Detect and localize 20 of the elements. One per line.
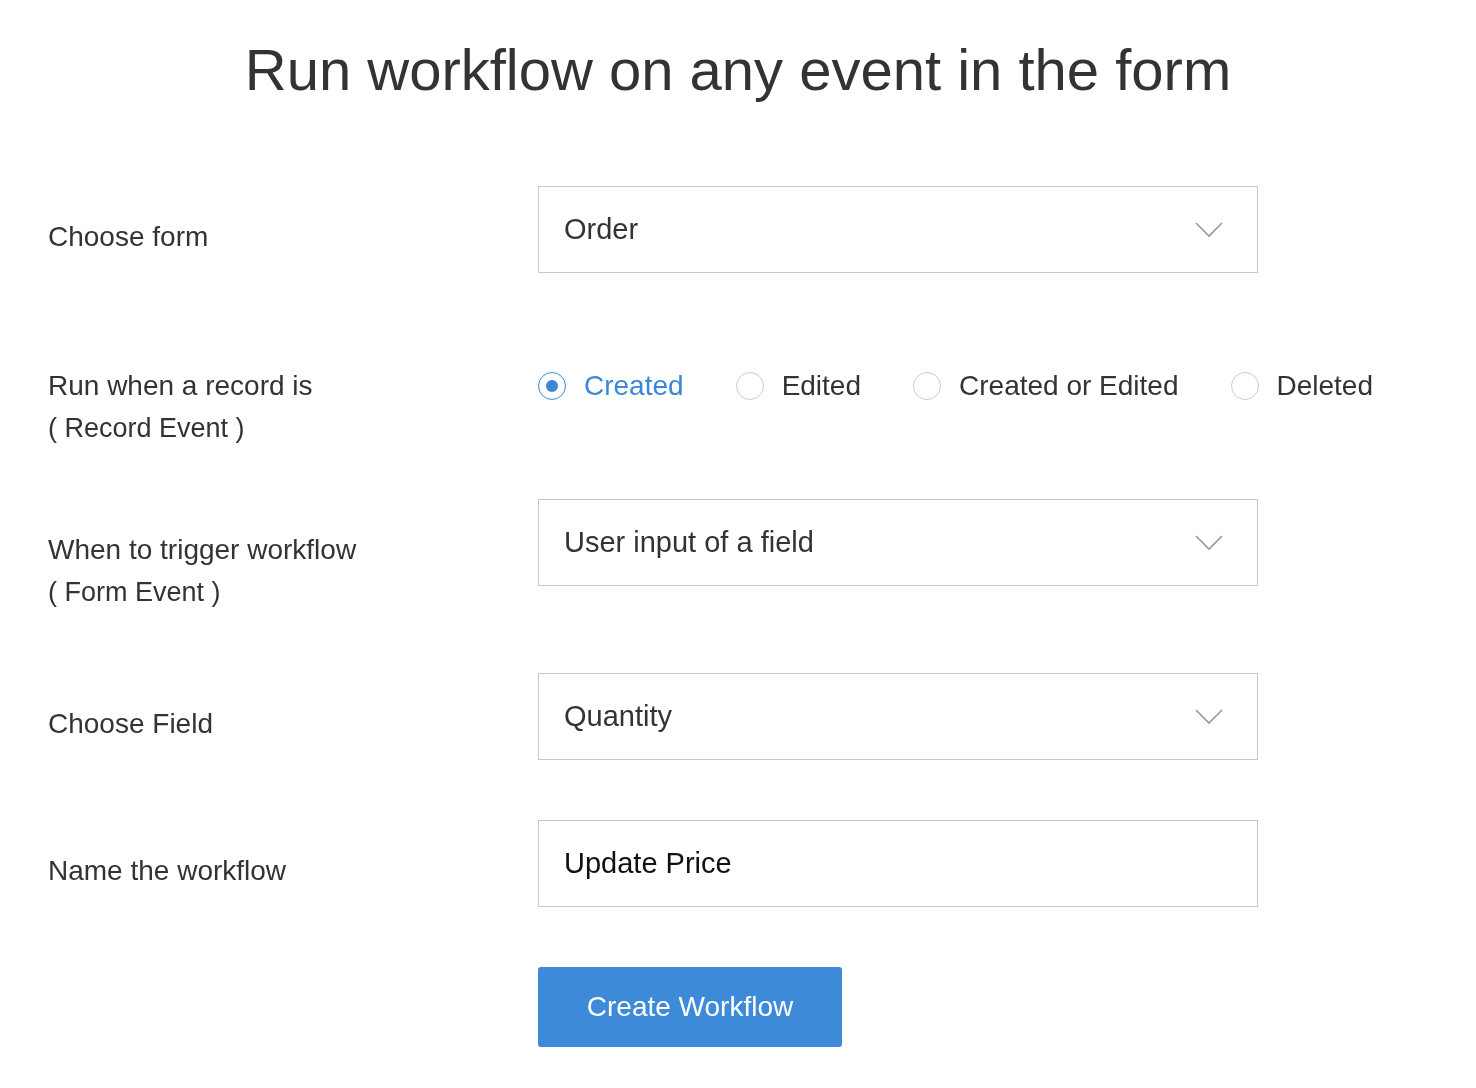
dropdown[interactable]: Order xyxy=(538,186,1258,273)
chevron-down-icon xyxy=(1195,534,1223,551)
page-title: Run workflow on any event in the form xyxy=(243,36,1233,104)
field-sublabel: ( Form Event ) xyxy=(48,576,222,609)
chevron-down-icon xyxy=(1195,221,1223,238)
field-label: Choose Field xyxy=(48,707,214,741)
chevron-down-icon xyxy=(1195,708,1223,725)
field-label: Name the workflow xyxy=(48,854,288,888)
dropdown[interactable]: Quantity xyxy=(538,673,1258,760)
field-label: Choose form xyxy=(48,220,210,254)
radio-option[interactable]: Created or Edited xyxy=(913,365,1179,407)
radio-option[interactable]: Edited xyxy=(735,365,862,407)
field-label: When to trigger workflow xyxy=(48,533,358,567)
field-label: Run when a record is xyxy=(48,369,314,403)
create-workflow-button[interactable]: Create Workflow xyxy=(538,967,842,1047)
dropdown[interactable]: User input of a field xyxy=(538,499,1258,586)
radio-option[interactable]: Created xyxy=(538,365,684,407)
radio-option[interactable]: Deleted xyxy=(1230,365,1373,407)
name-input-field[interactable]: Update Price xyxy=(538,820,1258,907)
field-sublabel: ( Record Event ) xyxy=(48,412,246,445)
